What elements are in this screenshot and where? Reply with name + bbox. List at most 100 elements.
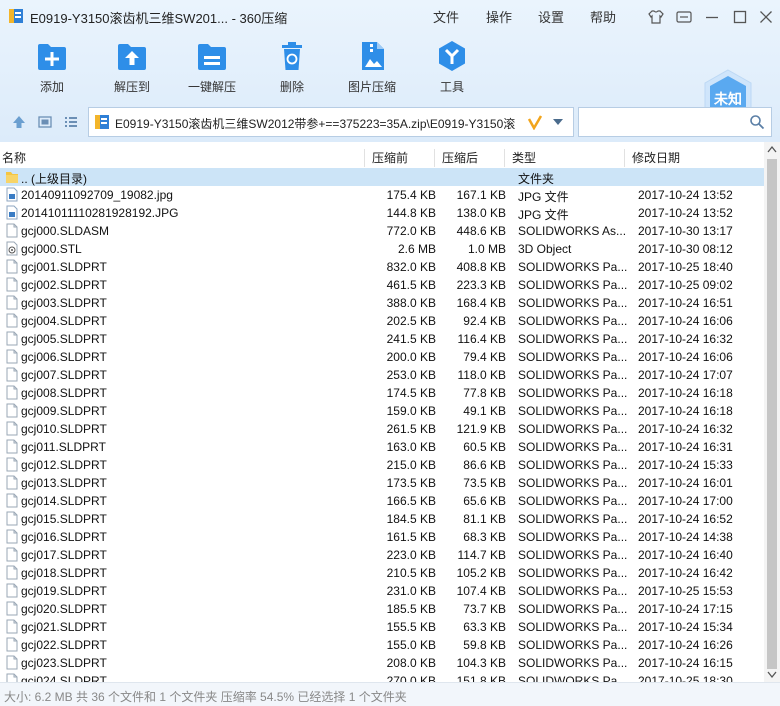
file-list: 名称 压缩前 压缩后 类型 修改日期 .. (上级目录) 文件夹 201409110… <box>0 142 764 682</box>
file-date: 2017-10-24 16:31 <box>638 440 733 454</box>
one-click-extract-button[interactable]: 一键解压 <box>177 38 247 96</box>
address-bar[interactable]: E0919-Y3150滚齿机三维SW2012带参+==375223=35A.zi… <box>88 107 574 137</box>
column-divider[interactable] <box>624 149 625 167</box>
table-row[interactable]: gcj020.SLDPRT 185.5 KB 73.7 KB SOLIDWORKS P… <box>0 600 764 618</box>
delete-button[interactable]: 删除 <box>257 38 327 96</box>
file-packed-size: 114.7 KB <box>457 548 506 562</box>
file-name: gcj011.SLDPRT <box>21 440 106 454</box>
table-row[interactable]: gcj017.SLDPRT 223.0 KB 114.7 KB SOLIDWORKS … <box>0 546 764 564</box>
up-arrow-icon[interactable] <box>11 114 27 130</box>
search-icon[interactable] <box>749 114 765 130</box>
file-date: 2017-10-25 09:02 <box>638 278 733 292</box>
file-type: SOLIDWORKS Pa... <box>518 458 628 472</box>
table-row[interactable]: gcj010.SLDPRT 261.5 KB 121.9 KB SOLIDWORKS … <box>0 420 764 438</box>
menu-help[interactable]: 帮助 <box>590 7 616 26</box>
table-row[interactable]: gcj022.SLDPRT 155.0 KB 59.8 KB SOLIDWORKS P… <box>0 636 764 654</box>
file-name: gcj004.SLDPRT <box>21 314 107 328</box>
search-input[interactable] <box>578 107 772 137</box>
table-row[interactable]: gcj006.SLDPRT 200.0 KB 79.4 KB SOLIDWORKS P… <box>0 348 764 366</box>
column-divider[interactable] <box>364 149 365 167</box>
table-row[interactable]: 20141011110281928192.JPG 144.8 KB 138.0 KB… <box>0 204 764 222</box>
table-row[interactable]: gcj016.SLDPRT 161.5 KB 68.3 KB SOLIDWORKS P… <box>0 528 764 546</box>
file-icon <box>6 511 18 526</box>
table-row[interactable]: gcj000.STL 2.6 MB 1.0 MB 3D Object 2017-10-3… <box>0 240 764 258</box>
scroll-down-icon[interactable] <box>764 666 780 682</box>
vertical-scrollbar[interactable] <box>764 142 780 682</box>
table-row[interactable]: gcj023.SLDPRT 208.0 KB 104.3 KB SOLIDWORKS … <box>0 654 764 672</box>
column-divider[interactable] <box>504 149 505 167</box>
table-row[interactable]: gcj007.SLDPRT 253.0 KB 118.0 KB SOLIDWORKS … <box>0 366 764 384</box>
table-row[interactable]: gcj015.SLDPRT 184.5 KB 81.1 KB SOLIDWORKS P… <box>0 510 764 528</box>
chevron-down-icon[interactable] <box>552 116 564 128</box>
column-divider[interactable] <box>434 149 435 167</box>
table-row[interactable]: gcj024.SLDPRT 270.0 KB 151.8 KB SOLIDWORKS … <box>0 672 764 682</box>
file-packed-size: 121.9 KB <box>456 422 506 436</box>
table-row[interactable]: gcj011.SLDPRT 163.0 KB 60.5 KB SOLIDWORKS P… <box>0 438 764 456</box>
file-type: 3D Object <box>518 242 572 256</box>
file-date: 2017-10-24 16:32 <box>638 332 733 346</box>
table-row[interactable]: gcj002.SLDPRT 461.5 KB 223.3 KB SOLIDWORKS … <box>0 276 764 294</box>
table-row[interactable]: gcj021.SLDPRT 155.5 KB 63.3 KB SOLIDWORKS P… <box>0 618 764 636</box>
extract-to-button[interactable]: 解压到 <box>97 38 167 96</box>
parent-folder-row[interactable]: .. (上级目录) 文件夹 <box>0 168 764 186</box>
table-row[interactable]: gcj000.SLDASM 772.0 KB 448.6 KB SOLIDWORKS … <box>0 222 764 240</box>
menu-operate[interactable]: 操作 <box>486 7 512 26</box>
table-row[interactable]: gcj009.SLDPRT 159.0 KB 49.1 KB SOLIDWORKS P… <box>0 402 764 420</box>
file-date: 2017-10-24 16:51 <box>638 296 733 310</box>
column-modified[interactable]: 修改日期 <box>632 149 680 166</box>
table-row[interactable]: gcj008.SLDPRT 174.5 KB 77.8 KB SOLIDWORKS P… <box>0 384 764 402</box>
file-size: 159.0 KB <box>386 404 436 418</box>
scrollbar-thumb[interactable] <box>767 159 777 669</box>
file-icon <box>6 223 18 238</box>
file-name: gcj000.STL <box>21 242 82 256</box>
file-type: SOLIDWORKS Pa... <box>518 548 628 562</box>
file-icon <box>6 475 18 490</box>
menu-file[interactable]: 文件 <box>433 7 459 26</box>
column-packed[interactable]: 压缩后 <box>442 149 478 166</box>
table-row[interactable]: 20140911092709_19082.jpg 175.4 KB 167.1 KB… <box>0 186 764 204</box>
file-icon <box>6 313 18 328</box>
file-name: gcj012.SLDPRT <box>21 458 107 472</box>
file-date: 2017-10-24 16:40 <box>638 548 733 562</box>
column-size[interactable]: 压缩前 <box>372 149 408 166</box>
file-name: gcj003.SLDPRT <box>21 296 107 310</box>
table-row[interactable]: gcj019.SLDPRT 231.0 KB 107.4 KB SOLIDWORKS … <box>0 582 764 600</box>
close-icon[interactable] <box>757 8 775 26</box>
column-header: 名称 压缩前 压缩后 类型 修改日期 <box>0 142 764 168</box>
file-date: 2017-10-24 17:15 <box>638 602 733 616</box>
one-click-extract-label: 一键解压 <box>187 80 236 94</box>
file-name: gcj021.SLDPRT <box>21 620 107 634</box>
table-row[interactable]: gcj012.SLDPRT 215.0 KB 86.6 KB SOLIDWORKS P… <box>0 456 764 474</box>
file-icon <box>6 637 18 652</box>
file-type: SOLIDWORKS Pa... <box>518 296 628 310</box>
table-row[interactable]: gcj001.SLDPRT 832.0 KB 408.8 KB SOLIDWORKS … <box>0 258 764 276</box>
file-icon <box>6 421 18 436</box>
table-row[interactable]: gcj005.SLDPRT 241.5 KB 116.4 KB SOLIDWORKS … <box>0 330 764 348</box>
table-row[interactable]: gcj003.SLDPRT 388.0 KB 168.4 KB SOLIDWORKS … <box>0 294 764 312</box>
table-row[interactable]: gcj018.SLDPRT 210.5 KB 105.2 KB SOLIDWORKS … <box>0 564 764 582</box>
file-size: 208.0 KB <box>386 656 436 670</box>
table-row[interactable]: gcj014.SLDPRT 166.5 KB 65.6 KB SOLIDWORKS P… <box>0 492 764 510</box>
file-size: 173.5 KB <box>386 476 436 490</box>
list-view-icon[interactable] <box>63 114 79 130</box>
file-type: SOLIDWORKS Pa... <box>518 440 628 454</box>
menu-settings[interactable]: 设置 <box>538 7 564 26</box>
image-compress-button[interactable]: 图片压缩 <box>337 38 407 96</box>
tools-button[interactable]: 工具 <box>417 38 487 96</box>
file-date: 2017-10-25 18:40 <box>638 260 733 274</box>
delete-icon <box>282 42 302 70</box>
feedback-icon[interactable] <box>675 8 693 26</box>
skin-shirt-icon[interactable] <box>647 8 665 26</box>
table-row[interactable]: gcj013.SLDPRT 173.5 KB 73.5 KB SOLIDWORKS P… <box>0 474 764 492</box>
column-name[interactable]: 名称 <box>2 149 26 166</box>
scroll-up-icon[interactable] <box>764 142 780 158</box>
file-date: 2017-10-24 16:18 <box>638 386 733 400</box>
thumbnail-view-icon[interactable] <box>37 114 53 130</box>
file-size: 174.5 KB <box>386 386 436 400</box>
table-row[interactable]: gcj004.SLDPRT 202.5 KB 92.4 KB SOLIDWORKS P… <box>0 312 764 330</box>
minimize-icon[interactable] <box>703 8 721 26</box>
column-type[interactable]: 类型 <box>512 149 536 166</box>
add-button[interactable]: 添加 <box>17 38 87 96</box>
maximize-icon[interactable] <box>731 8 749 26</box>
file-packed-size: 1.0 MB <box>467 242 506 256</box>
